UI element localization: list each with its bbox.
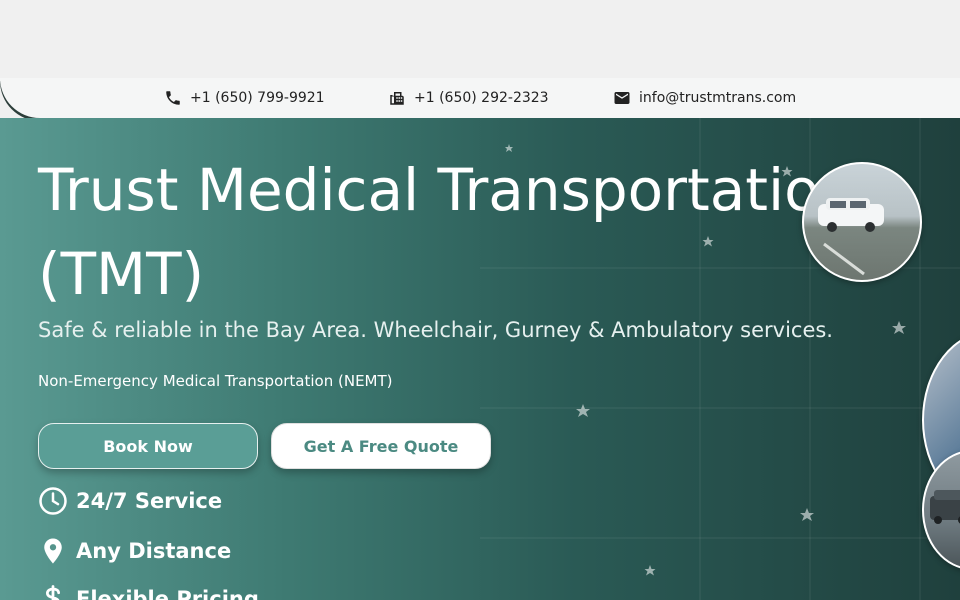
phone-icon — [166, 91, 180, 105]
hero-tagline: Non-Emergency Medical Transportation (NE… — [38, 372, 393, 390]
fax-number: +1 (650) 292-2323 — [414, 90, 549, 106]
hero-subtitle: Safe & reliable in the Bay Area. Wheelch… — [38, 318, 833, 342]
feature-flexible-pricing: Flexible Pricing — [38, 584, 259, 600]
feature-label: 24/7 Service — [76, 489, 223, 513]
email-address: info@trustmtrans.com — [639, 90, 797, 106]
phone-number: +1 (650) 799-9921 — [190, 90, 325, 106]
location-pin-icon — [44, 538, 62, 564]
van-photo — [802, 162, 922, 282]
contact-email[interactable]: info@trustmtrans.com — [613, 88, 796, 108]
hero-title: Trust Medical Transportation (TMT) — [38, 156, 857, 308]
feature-label: Flexible Pricing — [76, 587, 259, 600]
fax-icon — [390, 92, 404, 105]
feature-24-7: 24/7 Service — [38, 486, 222, 516]
book-now-button[interactable]: Book Now — [38, 423, 258, 469]
contact-phone[interactable]: +1 (650) 799-9921 — [164, 88, 325, 108]
contact-bar: +1 (650) 799-9921 +1 (650) 292-2323 info… — [0, 78, 960, 118]
free-quote-button[interactable]: Get A Free Quote — [271, 423, 491, 469]
feature-label: Any Distance — [76, 539, 232, 563]
top-blank-area — [0, 0, 960, 80]
van-image — [818, 198, 884, 276]
contact-fax[interactable]: +1 (650) 292-2323 — [388, 88, 549, 108]
clock-icon — [39, 487, 67, 515]
mail-icon — [614, 92, 630, 104]
feature-any-distance: Any Distance — [38, 536, 231, 566]
hero-section: Trust Medical Transportation (TMT) Safe … — [0, 118, 960, 600]
dollar-icon — [45, 585, 60, 600]
